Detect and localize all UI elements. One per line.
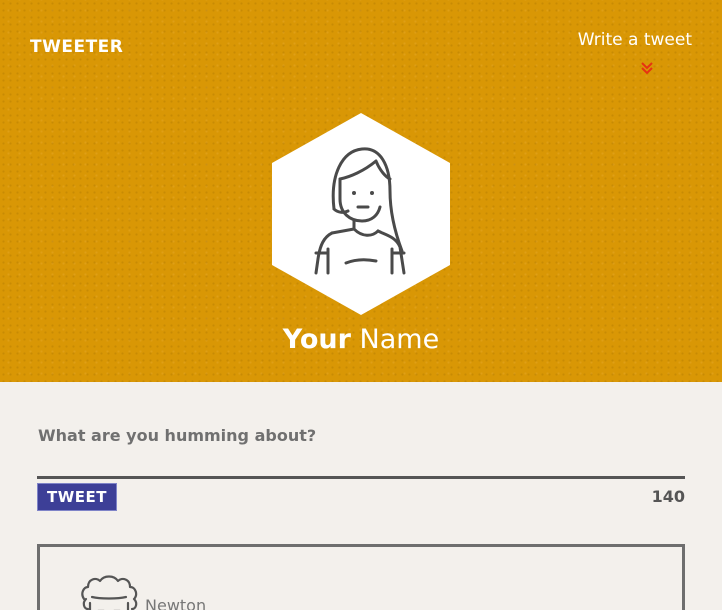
double-chevron-down-icon[interactable] <box>640 61 654 75</box>
profile-first-name: Your <box>282 324 351 355</box>
tweet-card: Newton <box>37 544 685 610</box>
tweet-author[interactable]: Newton <box>145 596 206 610</box>
char-counter: 140 <box>651 487 685 506</box>
curly-hair-avatar-icon <box>81 575 138 610</box>
tweet-button[interactable]: TWEET <box>37 483 117 511</box>
profile-header: TWEETER Write a tweet Your Name <box>0 0 722 382</box>
profile-name: Your Name <box>0 324 722 355</box>
write-tweet-link[interactable]: Write a tweet <box>578 30 692 50</box>
profile-avatar <box>272 113 450 315</box>
profile-last-name: Name <box>359 324 440 355</box>
compose-input[interactable] <box>37 446 685 479</box>
app-logo[interactable]: TWEETER <box>30 37 123 57</box>
compose-label: What are you humming about? <box>38 426 317 445</box>
